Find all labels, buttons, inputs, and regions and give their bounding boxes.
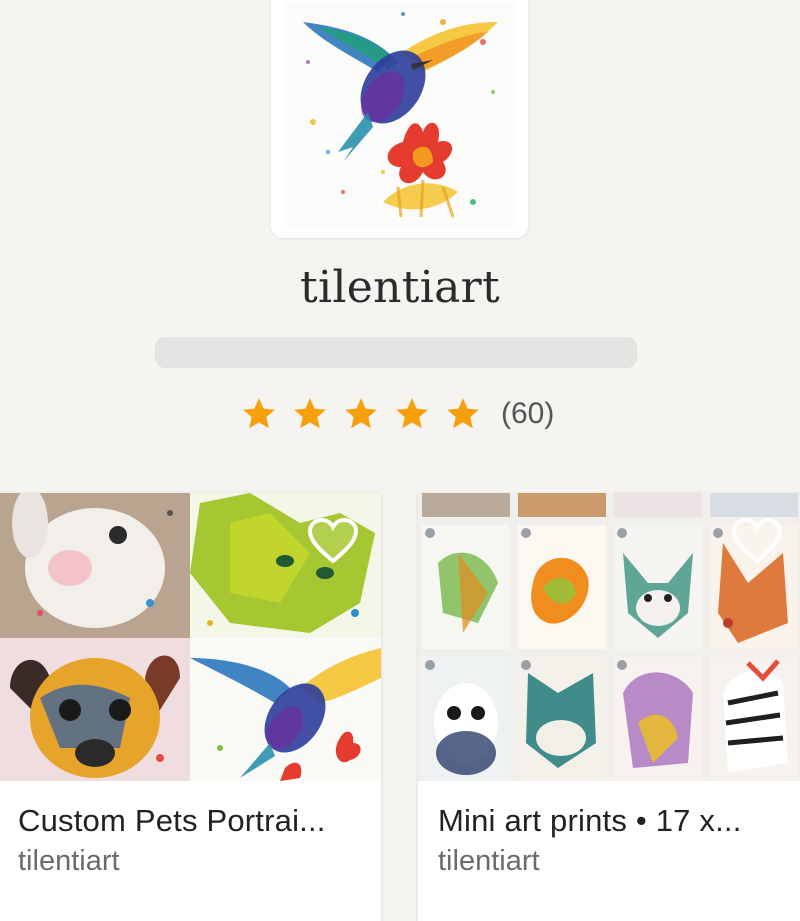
favorite-heart-button[interactable] [306,517,360,565]
star-icon [345,398,377,429]
collection-card[interactable]: Custom Pets Portrai... tilentiart [0,493,381,921]
loading-placeholder-bar [155,337,637,368]
shop-rating[interactable]: (60) [240,392,554,436]
star-icon [447,398,479,429]
collection-thumbnail [190,638,381,781]
shop-avatar-card[interactable] [271,0,528,238]
collection-thumbnail [0,638,190,781]
collection-title[interactable]: Mini art prints • 17 x... [438,803,742,839]
heart-icon [307,517,359,564]
collection-thumbnail [190,493,381,638]
collection-title[interactable]: Custom Pets Portrai... [18,803,326,839]
rating-count: (60) [501,397,555,430]
collection-thumbnail [0,493,190,638]
shop-name[interactable]: tilentiart [0,262,800,313]
collection-owner[interactable]: tilentiart [438,845,540,878]
collection-card[interactable]: Mini art prints • 17 x... tilentiart [418,493,800,921]
favorite-heart-button[interactable] [730,517,784,565]
star-icon [243,398,275,429]
collection-owner[interactable]: tilentiart [18,845,120,878]
shop-avatar-image [283,2,516,226]
star-icon [294,398,326,429]
star-icon [396,398,428,429]
heart-icon [731,517,783,564]
